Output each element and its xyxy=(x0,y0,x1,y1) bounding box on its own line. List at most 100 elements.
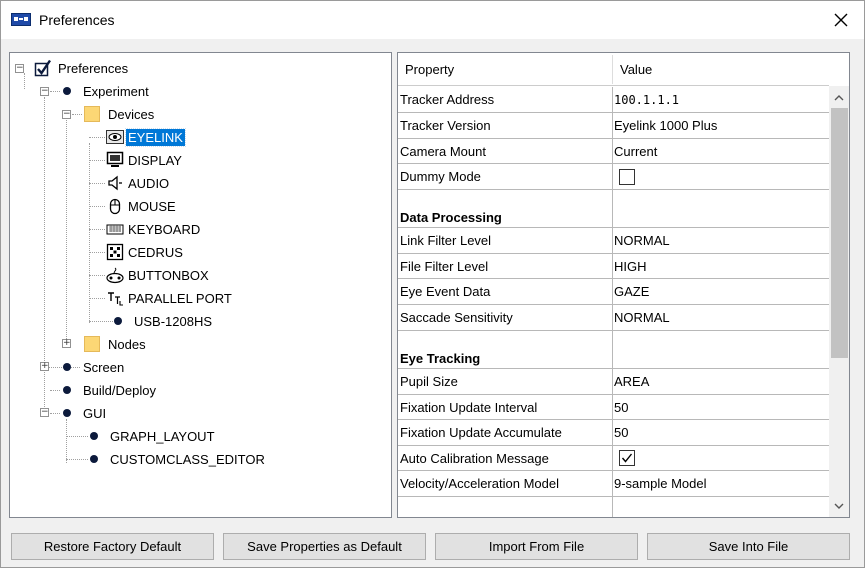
property-row[interactable]: Pupil Size AREA xyxy=(398,369,829,395)
property-key: Tracker Address xyxy=(400,92,495,107)
property-value[interactable]: Eyelink 1000 Plus xyxy=(613,113,717,138)
property-row xyxy=(398,497,829,517)
tree-item-customclass-editor[interactable]: CUSTOMCLASS_EDITOR xyxy=(90,449,267,469)
tree-label: Build/Deploy xyxy=(83,382,156,398)
property-key: Dummy Mode xyxy=(400,169,481,184)
section-title: Eye Tracking xyxy=(400,351,481,366)
property-value[interactable]: HIGH xyxy=(613,254,647,278)
scroll-thumb[interactable] xyxy=(831,108,848,358)
monitor-icon xyxy=(106,151,124,169)
mouse-icon xyxy=(106,197,124,215)
property-key: Fixation Update Accumulate xyxy=(400,425,562,440)
title-bar: Preferences xyxy=(1,1,864,39)
tree-item-nodes[interactable]: Nodes xyxy=(84,334,148,354)
save-properties-as-default-button[interactable]: Save Properties as Default xyxy=(223,533,426,560)
tree-item-screen[interactable]: Screen xyxy=(63,357,126,377)
property-value[interactable]: Current xyxy=(613,139,657,163)
section-title: Data Processing xyxy=(400,210,502,225)
property-value[interactable]: NORMAL xyxy=(613,305,670,330)
property-value[interactable]: AREA xyxy=(613,369,649,394)
property-value[interactable]: 50 xyxy=(613,420,628,445)
property-value[interactable]: 50 xyxy=(613,395,628,419)
property-row[interactable]: Auto Calibration Message xyxy=(398,446,829,471)
keyboard-icon xyxy=(106,220,124,238)
property-row[interactable]: Camera Mount Current xyxy=(398,139,829,164)
tree-item-mouse[interactable]: MOUSE xyxy=(106,196,178,216)
tree-label: Devices xyxy=(108,106,155,122)
tree-label: Preferences xyxy=(58,60,129,76)
parallel-port-icon xyxy=(106,289,124,307)
tree-item-buttonbox[interactable]: BUTTONBOX xyxy=(106,265,211,285)
expander-experiment[interactable]: − xyxy=(40,87,49,96)
close-button[interactable] xyxy=(818,1,864,39)
property-key: Velocity/Acceleration Model xyxy=(400,476,559,491)
speaker-icon xyxy=(106,174,124,192)
tree-label: KEYBOARD xyxy=(128,221,201,237)
node-dot-icon xyxy=(114,317,122,325)
tree-item-build-deploy[interactable]: Build/Deploy xyxy=(63,380,158,400)
property-row[interactable]: Fixation Update Accumulate 50 xyxy=(398,420,829,446)
close-icon xyxy=(834,13,848,27)
tree-label: CEDRUS xyxy=(128,244,183,260)
property-row[interactable]: Dummy Mode xyxy=(398,164,829,190)
scroll-down-button[interactable] xyxy=(829,497,849,515)
property-row[interactable]: Link Filter Level NORMAL xyxy=(398,228,829,254)
checkmark-icon xyxy=(34,59,52,77)
expander-preferences[interactable]: − xyxy=(15,64,24,73)
tree-label: Screen xyxy=(83,359,125,375)
expander-devices[interactable]: − xyxy=(62,110,71,119)
tree-item-cedrus[interactable]: CEDRUS xyxy=(106,242,185,262)
tree-item-eyelink[interactable]: EYELINK xyxy=(106,127,186,147)
tree-label: PARALLEL PORT xyxy=(128,290,232,306)
expander-screen[interactable]: + xyxy=(40,362,49,371)
tree-item-keyboard[interactable]: KEYBOARD xyxy=(106,219,202,239)
node-dot-icon xyxy=(63,87,71,95)
section-header: Data Processing xyxy=(398,190,829,228)
tree-item-experiment[interactable]: Experiment xyxy=(63,81,151,101)
scroll-up-button[interactable] xyxy=(829,88,849,106)
expander-nodes[interactable]: + xyxy=(62,339,71,348)
tree-item-devices[interactable]: Devices xyxy=(84,104,156,124)
tree-item-gui[interactable]: GUI xyxy=(63,403,108,423)
property-grid[interactable]: Property Value Tracker Address 100.1.1.1… xyxy=(397,52,850,518)
property-value[interactable]: 100.1.1.1 xyxy=(613,87,679,112)
preferences-window: Preferences − Preferences − Experiment −… xyxy=(0,0,865,568)
property-row[interactable]: Tracker Address 100.1.1.1 xyxy=(398,87,829,113)
property-key: File Filter Level xyxy=(400,258,489,274)
tree-item-display[interactable]: DISPLAY xyxy=(106,150,184,170)
chevron-down-icon xyxy=(834,503,844,509)
section-header: Eye Tracking xyxy=(398,331,829,369)
eye-icon xyxy=(106,128,124,146)
tree-item-parallel-port[interactable]: PARALLEL PORT xyxy=(106,288,234,308)
node-dot-icon xyxy=(63,409,71,417)
property-value[interactable]: GAZE xyxy=(613,279,649,304)
import-from-file-button[interactable]: Import From File xyxy=(435,533,638,560)
header-value[interactable]: Value xyxy=(613,53,652,86)
header-property[interactable]: Property xyxy=(398,53,454,86)
property-value[interactable]: 9-sample Model xyxy=(613,471,707,496)
keypad-icon xyxy=(106,243,124,261)
tree-item-preferences[interactable]: Preferences xyxy=(34,58,130,78)
save-into-file-button[interactable]: Save Into File xyxy=(647,533,850,560)
auto-calibration-checkbox[interactable] xyxy=(619,450,635,466)
node-dot-icon xyxy=(63,386,71,394)
property-row[interactable]: Eye Event Data GAZE xyxy=(398,279,829,305)
property-row[interactable]: File Filter Level HIGH xyxy=(398,254,829,279)
dummy-mode-checkbox[interactable] xyxy=(619,168,635,185)
property-row[interactable]: Saccade Sensitivity NORMAL xyxy=(398,305,829,331)
expander-gui[interactable]: − xyxy=(40,408,49,417)
vertical-scrollbar[interactable] xyxy=(829,86,849,517)
property-key: Camera Mount xyxy=(400,143,486,159)
property-key: Auto Calibration Message xyxy=(400,450,549,466)
tree-item-audio[interactable]: AUDIO xyxy=(106,173,171,193)
property-value[interactable]: NORMAL xyxy=(613,228,670,253)
restore-factory-default-button[interactable]: Restore Factory Default xyxy=(11,533,214,560)
property-row[interactable]: Fixation Update Interval 50 xyxy=(398,395,829,420)
property-row[interactable]: Tracker Version Eyelink 1000 Plus xyxy=(398,113,829,139)
folder-icon xyxy=(84,336,100,352)
tree-item-graph-layout[interactable]: GRAPH_LAYOUT xyxy=(90,426,217,446)
tree-label: EYELINK xyxy=(125,127,186,147)
tree-item-usb-1208hs[interactable]: USB-1208HS xyxy=(114,311,214,331)
preferences-tree[interactable]: − Preferences − Experiment − Devices EYE… xyxy=(9,52,392,518)
property-row[interactable]: Velocity/Acceleration Model 9-sample Mod… xyxy=(398,471,829,497)
